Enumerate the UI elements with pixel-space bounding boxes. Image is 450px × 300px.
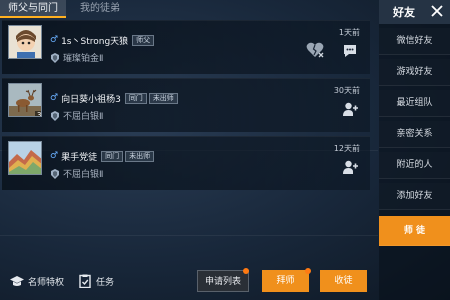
add-friend-icon[interactable] [342, 159, 358, 175]
sidebar-item-nearby[interactable]: 附近的人 [379, 152, 450, 179]
friends-sidebar: 好友 微信好友 游戏好友 最近组队 亲密关系 附近的人 添加好友 师 徒 [379, 0, 450, 300]
sidebar-item-master-apprentice[interactable]: 师 徒 [379, 216, 450, 246]
player-name: 向日葵小祖杨3 [61, 94, 121, 105]
sidebar-title: 好友 [393, 6, 415, 19]
tab-my-apprentices[interactable]: 我的徒弟 [72, 0, 128, 18]
tab-master-and-peers[interactable]: 师父与同门 [0, 0, 66, 18]
tasks-label: 任务 [96, 277, 115, 288]
avatar[interactable]: 32 [8, 83, 42, 117]
take-apprentice-button[interactable]: 收徒 [320, 270, 367, 292]
male-icon: ♂ [50, 151, 59, 161]
close-icon[interactable] [429, 3, 445, 19]
take-master-button[interactable]: 拜师 [262, 270, 309, 292]
status-badge: 师父 [132, 34, 155, 46]
message-icon[interactable] [342, 43, 358, 59]
status-badge: 同门 [124, 92, 147, 104]
sidebar-header: 好友 [379, 0, 450, 24]
list-item[interactable]: ♂ 果手党徒 同门 未出师 不屈白银Ⅱ 12天前 [2, 136, 370, 190]
last-online-time: 12天前 [333, 144, 360, 153]
rank-icon [51, 110, 59, 121]
task-list-icon [79, 274, 91, 288]
rank-icon [51, 52, 59, 63]
sidebar-item-intimate[interactable]: 亲密关系 [379, 121, 450, 148]
level-badge: 32 [35, 111, 41, 116]
sidebar-item-wechat-friends[interactable]: 微信好友 [379, 28, 450, 55]
player-name: 果手党徒 [61, 152, 98, 163]
rank-icon [51, 168, 59, 179]
notification-dot [305, 268, 311, 274]
privilege-label: 名师特权 [28, 277, 65, 288]
tab-bar: 师父与同门 我的徒弟 [0, 0, 370, 18]
member-list: ♂ 1s丶Strong天狼 师父 璀璨铂金Ⅱ 1天前 3 ♂ 向日葵小祖杨3 同… [2, 20, 370, 194]
avatar[interactable] [8, 141, 42, 175]
player-name: 1s丶Strong天狼 [61, 36, 129, 47]
avatar[interactable] [8, 25, 42, 59]
tasks-link[interactable]: 任务 [78, 274, 114, 288]
rank-label: 璀璨铂金Ⅱ [63, 54, 104, 64]
list-item[interactable]: 32 ♂ 向日葵小祖杨3 同门 未出师 不屈白银Ⅱ 30天前 [2, 78, 370, 132]
male-icon: ♂ [50, 93, 59, 103]
list-item[interactable]: ♂ 1s丶Strong天狼 师父 璀璨铂金Ⅱ 1天前 [2, 20, 370, 74]
rank-label: 不屈白银Ⅱ [63, 170, 104, 180]
sidebar-item-add-friend[interactable]: 添加好友 [379, 183, 450, 210]
status-badge: 同门 [101, 150, 124, 162]
sidebar-item-game-friends[interactable]: 游戏好友 [379, 59, 450, 86]
male-icon: ♂ [50, 35, 59, 45]
last-online-time: 30天前 [333, 86, 360, 95]
last-online-time: 1天前 [338, 28, 360, 37]
sidebar-item-recent-team[interactable]: 最近组队 [379, 90, 450, 117]
rank-label: 不屈白银Ⅱ [63, 112, 104, 122]
status-badge: 未出师 [125, 150, 155, 162]
apply-list-button[interactable]: 申请列表 [197, 270, 249, 292]
master-privilege-link[interactable]: 名师特权 [10, 274, 64, 288]
add-friend-icon[interactable] [342, 101, 358, 117]
graduation-cap-icon [10, 276, 24, 286]
status-badge: 未出师 [148, 92, 178, 104]
notification-dot [243, 268, 249, 274]
broken-heart-icon[interactable] [306, 41, 324, 59]
